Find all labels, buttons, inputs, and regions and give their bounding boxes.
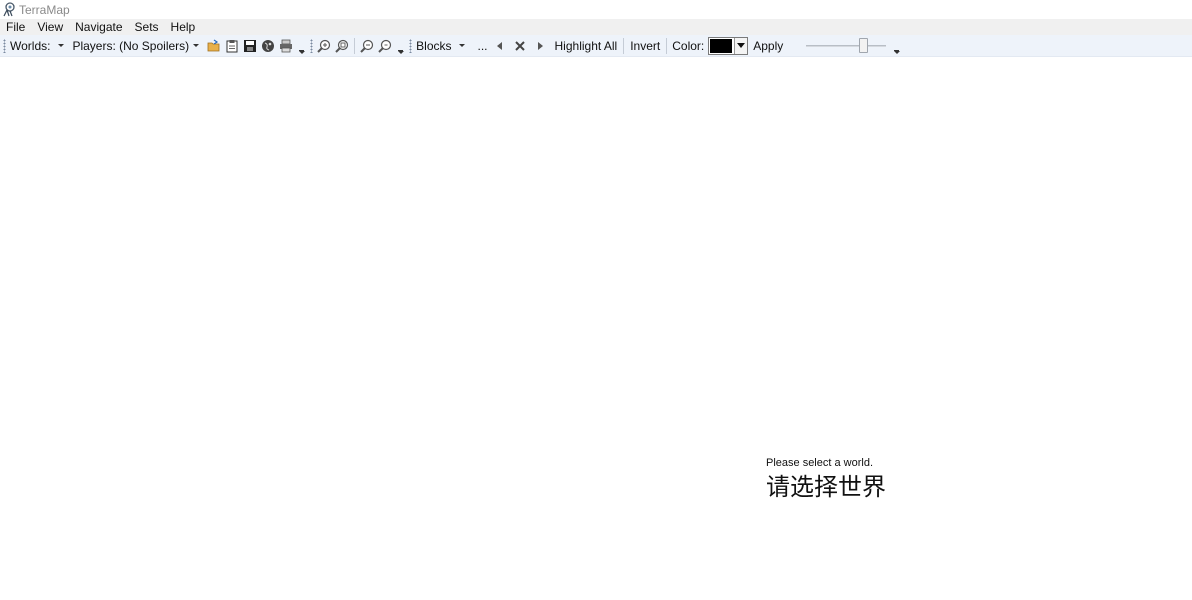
main-toolbar: Worlds: Players: (No Spoilers) Blocks ..… <box>0 35 1192 57</box>
blocks-label: Blocks <box>416 38 452 53</box>
open-folder-icon[interactable] <box>206 38 222 54</box>
toolbar-separator <box>354 37 356 54</box>
menu-file[interactable]: File <box>0 19 31 35</box>
toolbar-separator <box>666 37 668 54</box>
chevron-down-icon <box>58 44 65 48</box>
color-swatch[interactable] <box>710 38 733 53</box>
color-dropdown-button[interactable] <box>734 37 748 54</box>
select-world-message-zh: 请选择世界 <box>766 473 886 501</box>
slider-track[interactable] <box>806 44 887 47</box>
globe-icon[interactable] <box>260 38 276 54</box>
worlds-label: Worlds: <box>10 38 51 53</box>
next-icon[interactable] <box>532 38 548 54</box>
title-bar: TerraMap <box>0 0 1192 19</box>
highlight-all-button[interactable]: Highlight All <box>552 39 621 53</box>
toolbar-grip[interactable] <box>3 38 6 53</box>
apply-button[interactable]: Apply <box>750 39 786 53</box>
chevron-down-icon <box>737 43 746 48</box>
slider-thumb[interactable] <box>859 37 869 53</box>
menu-help[interactable]: Help <box>165 19 202 35</box>
zoom-out-alt-icon[interactable] <box>377 38 393 54</box>
toolbar-grip[interactable] <box>409 38 413 53</box>
window-title: TerraMap <box>19 2 70 17</box>
zoom-in-alt-icon[interactable] <box>334 38 350 54</box>
toolbar-overflow-icon[interactable] <box>397 38 405 54</box>
toolbar-overflow-icon[interactable] <box>298 38 306 54</box>
blocks-dropdown[interactable]: Blocks <box>414 39 470 53</box>
players-label: Players: (No Spoilers) <box>72 38 190 53</box>
select-world-message: Please select a world. <box>766 457 873 469</box>
zoom-in-icon[interactable] <box>316 38 332 54</box>
close-icon[interactable] <box>512 38 528 54</box>
toolbar-separator <box>623 37 625 54</box>
menu-sets[interactable]: Sets <box>129 19 165 35</box>
menu-bar: File View Navigate Sets Help <box>0 19 1192 35</box>
toolbar-overflow-icon[interactable] <box>893 38 901 54</box>
color-label: Color: <box>672 38 705 53</box>
more-button[interactable]: ... <box>475 39 491 53</box>
print-icon[interactable] <box>278 38 294 54</box>
empty-state-message: Please select a world. 请选择世界 <box>766 456 886 502</box>
zoom-out-icon[interactable] <box>359 38 375 54</box>
color-picker[interactable] <box>708 36 749 55</box>
worlds-dropdown[interactable]: Worlds: <box>8 39 70 53</box>
clipboard-icon[interactable] <box>224 38 240 54</box>
menu-view[interactable]: View <box>31 19 69 35</box>
toolbar-grip[interactable] <box>310 38 314 53</box>
chevron-down-icon <box>458 44 465 48</box>
invert-button[interactable]: Invert <box>627 39 663 53</box>
opacity-slider[interactable] <box>806 37 887 54</box>
save-icon[interactable] <box>242 38 258 54</box>
players-dropdown[interactable]: Players: (No Spoilers) <box>70 39 205 53</box>
chevron-down-icon <box>193 44 200 48</box>
menu-navigate[interactable]: Navigate <box>69 19 128 35</box>
terramap-logo-icon <box>2 2 16 17</box>
previous-icon[interactable] <box>492 38 508 54</box>
